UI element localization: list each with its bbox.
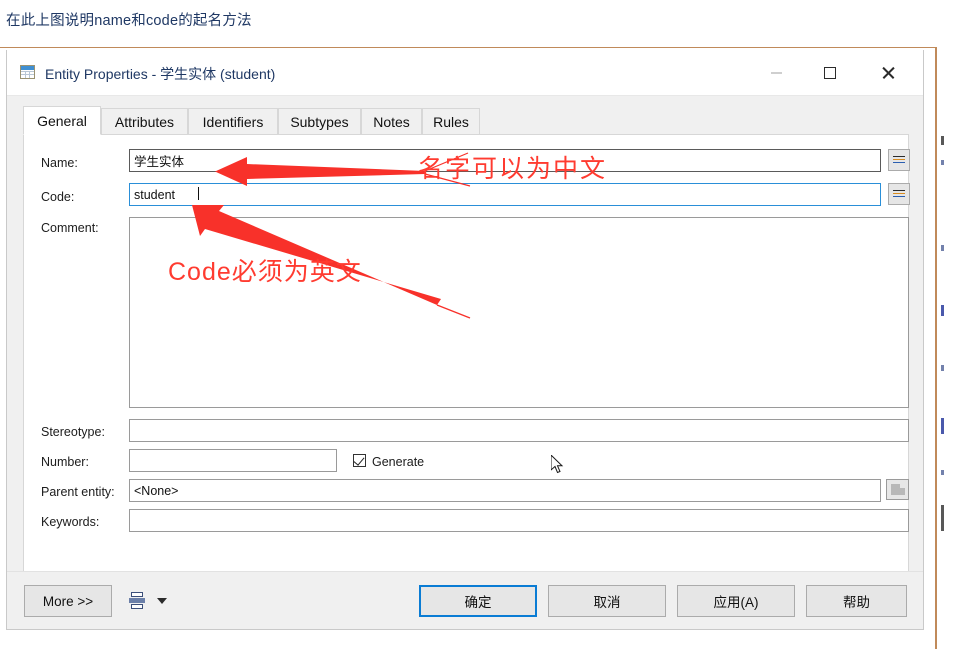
edge-mark — [941, 470, 944, 475]
code-label: Code: — [41, 190, 75, 204]
text-caret — [198, 187, 199, 200]
more-button[interactable]: More >> — [24, 585, 112, 617]
tab-label: Rules — [433, 114, 469, 130]
edge-mark — [941, 245, 944, 251]
generate-checkbox[interactable] — [353, 454, 366, 467]
equals-icon — [893, 189, 905, 199]
number-label: Number: — [41, 455, 89, 469]
tab-rules[interactable]: Rules — [422, 108, 480, 135]
keywords-field[interactable] — [129, 509, 909, 532]
cancel-button[interactable]: 取消 — [548, 585, 666, 617]
tab-identifiers[interactable]: Identifiers — [188, 108, 278, 135]
tab-general[interactable]: General — [23, 106, 101, 135]
name-label: Name: — [41, 156, 78, 170]
help-button[interactable]: 帮助 — [806, 585, 907, 617]
page-title: 在此上图说明name和code的起名方法 — [6, 13, 252, 29]
edge-mark — [941, 136, 944, 145]
generate-label: Generate — [372, 455, 425, 469]
number-field[interactable] — [129, 449, 337, 472]
parent-entity-picker-button[interactable] — [886, 479, 909, 500]
annotation-label-name: 名字可以为中文 — [418, 155, 608, 183]
tab-label: Notes — [373, 114, 410, 130]
tab-subtypes[interactable]: Subtypes — [278, 108, 361, 135]
dialog-footer: More >> 确定 取消 应用(A) 帮助 — [7, 571, 923, 629]
caret-down-icon[interactable] — [157, 598, 167, 604]
tab-label: Identifiers — [202, 114, 264, 130]
page-rule-right — [935, 47, 937, 649]
page-rule-top — [0, 47, 936, 48]
stereotype-label: Stereotype: — [41, 425, 105, 439]
code-field[interactable]: student — [129, 183, 881, 206]
name-equals-button[interactable] — [888, 149, 910, 171]
minimize-icon[interactable] — [753, 50, 799, 95]
comment-textarea[interactable] — [129, 217, 909, 408]
apply-button[interactable]: 应用(A) — [677, 585, 795, 617]
close-icon[interactable] — [865, 50, 911, 95]
edge-mark — [941, 505, 944, 531]
stereotype-combo[interactable] — [129, 419, 909, 442]
mouse-cursor — [551, 455, 564, 474]
folder-icon — [891, 484, 905, 495]
ok-button[interactable]: 确定 — [419, 585, 537, 617]
tab-label: Attributes — [114, 114, 175, 130]
tab-label: Subtypes — [290, 114, 349, 130]
edge-mark — [941, 365, 944, 371]
window-title: Entity Properties - 学生实体 (student) — [45, 66, 276, 82]
table-icon — [20, 65, 35, 79]
edge-mark — [941, 418, 944, 434]
title-bar: Entity Properties - 学生实体 (student) — [7, 50, 923, 96]
edge-mark — [941, 160, 944, 165]
code-equals-button[interactable] — [888, 183, 910, 205]
parent-entity-field[interactable]: <None> — [129, 479, 881, 502]
annotation-label-code: Code必须为英文 — [168, 258, 362, 286]
print-icon[interactable] — [129, 592, 145, 609]
comment-label: Comment: — [41, 221, 99, 235]
tab-notes[interactable]: Notes — [361, 108, 422, 135]
tab-label: General — [37, 112, 87, 129]
parent-entity-label: Parent entity: — [41, 485, 115, 499]
general-tab-panel: Name: 学生实体 Code: student Comment: Stereo… — [23, 134, 910, 600]
keywords-label: Keywords: — [41, 515, 100, 529]
edge-mark — [941, 305, 944, 316]
tab-strip: General Attributes Identifiers Subtypes … — [23, 106, 909, 135]
maximize-icon[interactable] — [807, 50, 853, 95]
entity-properties-dialog: Entity Properties - 学生实体 (student) Gener… — [6, 50, 924, 630]
tab-attributes[interactable]: Attributes — [101, 108, 188, 135]
equals-icon — [893, 155, 905, 165]
